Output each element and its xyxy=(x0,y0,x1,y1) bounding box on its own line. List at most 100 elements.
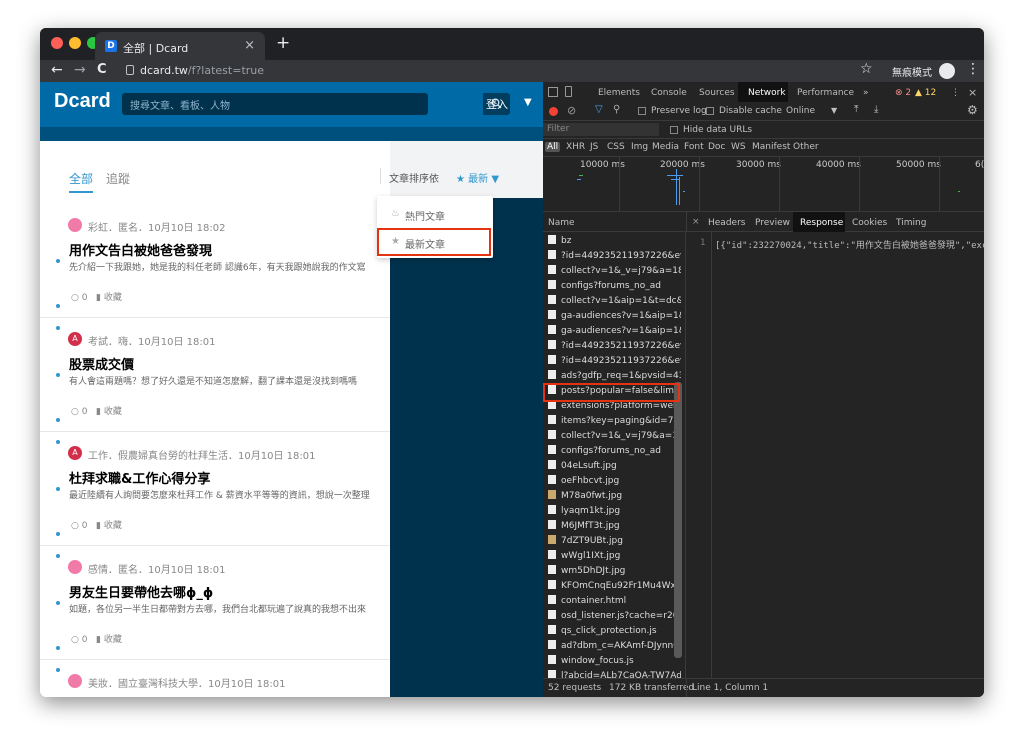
type-all[interactable]: All xyxy=(545,142,561,152)
save-button[interactable]: 收藏 xyxy=(104,521,122,531)
forward-icon[interactable]: → xyxy=(74,62,86,78)
type-media[interactable]: Media xyxy=(652,142,679,152)
login-button[interactable]: 登入 xyxy=(486,96,508,112)
request-row[interactable]: osd_listener.js?cache=r20110. xyxy=(548,610,681,621)
tab-network[interactable]: Network xyxy=(748,88,786,98)
request-row[interactable]: collect?v=1&_v=j79&a=18917. xyxy=(548,265,681,276)
type-xhr[interactable]: XHR xyxy=(566,142,585,152)
disable-cache-checkbox[interactable] xyxy=(706,107,714,115)
import-har-icon[interactable]: ⤒ xyxy=(854,104,858,115)
sort-dropdown[interactable]: ★ 最新 ▼ xyxy=(456,170,499,185)
devtools-menu-icon[interactable]: ⋮ xyxy=(951,88,960,98)
request-row[interactable]: bz xyxy=(548,235,681,246)
inspect-icon[interactable] xyxy=(548,87,558,97)
request-row[interactable]: wWgl1IXt.jpg xyxy=(548,550,681,561)
request-row[interactable]: lyaqm1kt.jpg xyxy=(548,505,681,516)
request-row[interactable]: window_focus.js xyxy=(548,655,681,666)
request-row[interactable]: ga-audiences?v=1&aip=1&t=.. xyxy=(548,310,681,321)
request-row[interactable]: wm5DhDJt.jpg xyxy=(548,565,681,576)
search-input[interactable]: 搜尋文章、看板、人物 xyxy=(130,97,230,112)
request-row[interactable]: ads?gdfp_req=1&pvsid=4397. xyxy=(548,370,681,381)
type-css[interactable]: CSS xyxy=(607,142,625,152)
post-title[interactable]: 杜拜求職&工作心得分享 xyxy=(69,468,210,487)
request-row[interactable]: 7dZT9UBt.jpg xyxy=(548,535,681,546)
tab-preview[interactable]: Preview xyxy=(755,218,790,228)
hide-data-urls-checkbox[interactable] xyxy=(670,126,678,134)
clear-icon[interactable]: ⊘ xyxy=(567,104,576,117)
tab-following[interactable]: 追蹤 xyxy=(106,170,130,187)
record-icon[interactable] xyxy=(549,107,558,116)
filter-input[interactable]: Filter xyxy=(543,123,659,136)
post-title[interactable]: 用作文告白被她爸爸發現 xyxy=(69,240,212,259)
post-item[interactable]: A 工作．假農婦真台勞的杜拜生活．10月10日 18:01 杜拜求職&工作心得分… xyxy=(40,432,390,546)
request-row[interactable]: KFOmCnqEu92Fr1Mu4WxKK. xyxy=(548,580,681,591)
more-tabs-icon[interactable]: » xyxy=(863,88,869,98)
request-row[interactable]: ?id=449235211937226&ev=S. xyxy=(548,250,681,261)
post-item[interactable]: 彩虹．匿名．10月10日 18:02 用作文告白被她爸爸發現 先介紹一下我跟她，… xyxy=(40,204,390,318)
request-row[interactable]: M78a0fwt.jpg xyxy=(548,490,681,501)
request-row[interactable]: qs_click_protection.js xyxy=(548,625,681,636)
warning-count[interactable]: ▲ 12 xyxy=(915,88,936,98)
export-har-icon[interactable]: ⤓ xyxy=(874,104,878,115)
request-row[interactable]: configs?forums_no_ad xyxy=(548,280,681,291)
preserve-log-checkbox[interactable] xyxy=(638,107,646,115)
tab-performance[interactable]: Performance xyxy=(797,88,854,98)
type-js[interactable]: JS xyxy=(590,142,598,152)
post-title[interactable]: 股票成交價 xyxy=(69,354,134,373)
request-row[interactable]: container.html xyxy=(548,595,681,606)
close-details-icon[interactable]: × xyxy=(692,217,700,227)
sort-option-popular[interactable]: 熱門文章 xyxy=(405,208,445,223)
type-ws[interactable]: WS xyxy=(731,142,746,152)
new-tab-button[interactable]: + xyxy=(276,33,290,53)
tab-response[interactable]: Response xyxy=(800,218,843,228)
type-other[interactable]: Other xyxy=(793,142,819,152)
post-title[interactable]: 男友生日要帶他去哪ɸ_ɸ xyxy=(69,582,213,601)
tab-all[interactable]: 全部 xyxy=(69,170,93,187)
type-font[interactable]: Font xyxy=(684,142,704,152)
gear-icon[interactable]: ⚙ xyxy=(967,103,978,117)
response-body[interactable]: [{"id":232270024,"title":"用作文告白被她爸爸發現","… xyxy=(715,238,984,251)
tab-cookies[interactable]: Cookies xyxy=(852,218,887,228)
request-row[interactable]: ga-audiences?v=1&aip=1&t=.. xyxy=(548,325,681,336)
reload-icon[interactable]: C xyxy=(97,62,107,77)
save-button[interactable]: 收藏 xyxy=(104,407,122,417)
chevron-down-icon[interactable]: ▼ xyxy=(524,97,532,108)
request-list[interactable]: l?abcid=ALb7CaQA-TW7AdF window_focus.js ad… xyxy=(543,232,686,678)
search-network-icon[interactable]: ⚲ xyxy=(613,104,620,115)
type-img[interactable]: Img xyxy=(631,142,648,152)
request-row[interactable]: oeFhbcvt.jpg xyxy=(548,475,681,486)
network-timeline[interactable]: 10000 ms 20000 ms 30000 ms 40000 ms 5000… xyxy=(543,157,984,212)
save-button[interactable]: 收藏 xyxy=(104,293,122,303)
post-item[interactable]: A 考試．嗨．10月10日 18:01 股票成交價 有人會這兩題嗎？想了好久還是… xyxy=(40,318,390,432)
name-column-header[interactable]: Name xyxy=(548,218,575,228)
request-row[interactable]: ad?dbm_c=AKAmf-DJynnQF. xyxy=(548,640,681,651)
devtools-close-icon[interactable]: × xyxy=(968,86,977,99)
scrollbar[interactable] xyxy=(674,382,682,658)
device-toggle-icon[interactable] xyxy=(565,86,572,97)
type-doc[interactable]: Doc xyxy=(708,142,725,152)
tab-close-icon[interactable]: × xyxy=(244,38,255,53)
throttling-select[interactable]: Online xyxy=(786,106,815,116)
tab-sources[interactable]: Sources xyxy=(699,88,735,98)
request-row[interactable]: M6JMfT3t.jpg xyxy=(548,520,681,531)
browser-tab[interactable]: D 全部 | Dcard × xyxy=(95,32,265,60)
close-window-icon[interactable] xyxy=(51,37,63,49)
request-row[interactable]: collect?v=1&_v=j79&a=18917. xyxy=(548,430,681,441)
chevron-down-icon[interactable]: ▼ xyxy=(831,106,837,115)
address-bar[interactable]: dcard.tw/f?latest=true xyxy=(140,64,264,77)
search-box[interactable]: 搜尋文章、看板、人物 xyxy=(122,93,510,115)
back-icon[interactable]: ← xyxy=(51,62,63,78)
request-row[interactable]: items?key=paging&id=7a84d. xyxy=(548,415,681,426)
tab-headers[interactable]: Headers xyxy=(708,218,745,228)
minimize-window-icon[interactable] xyxy=(69,37,81,49)
request-row[interactable]: ?id=449235211937226&ev=P. xyxy=(548,355,681,366)
error-count[interactable]: ⊗ 2 xyxy=(895,88,911,98)
dcard-logo[interactable]: Dcard xyxy=(54,90,111,113)
browser-menu-icon[interactable]: ⋮ xyxy=(966,61,980,77)
save-button[interactable]: 收藏 xyxy=(104,635,122,645)
tab-timing[interactable]: Timing xyxy=(896,218,926,228)
bookmark-star-icon[interactable]: ☆ xyxy=(860,61,873,77)
type-manifest[interactable]: Manifest xyxy=(752,142,790,152)
request-row[interactable]: ?id=449235211937226&ev=S. xyxy=(548,340,681,351)
incognito-icon[interactable] xyxy=(939,63,955,79)
